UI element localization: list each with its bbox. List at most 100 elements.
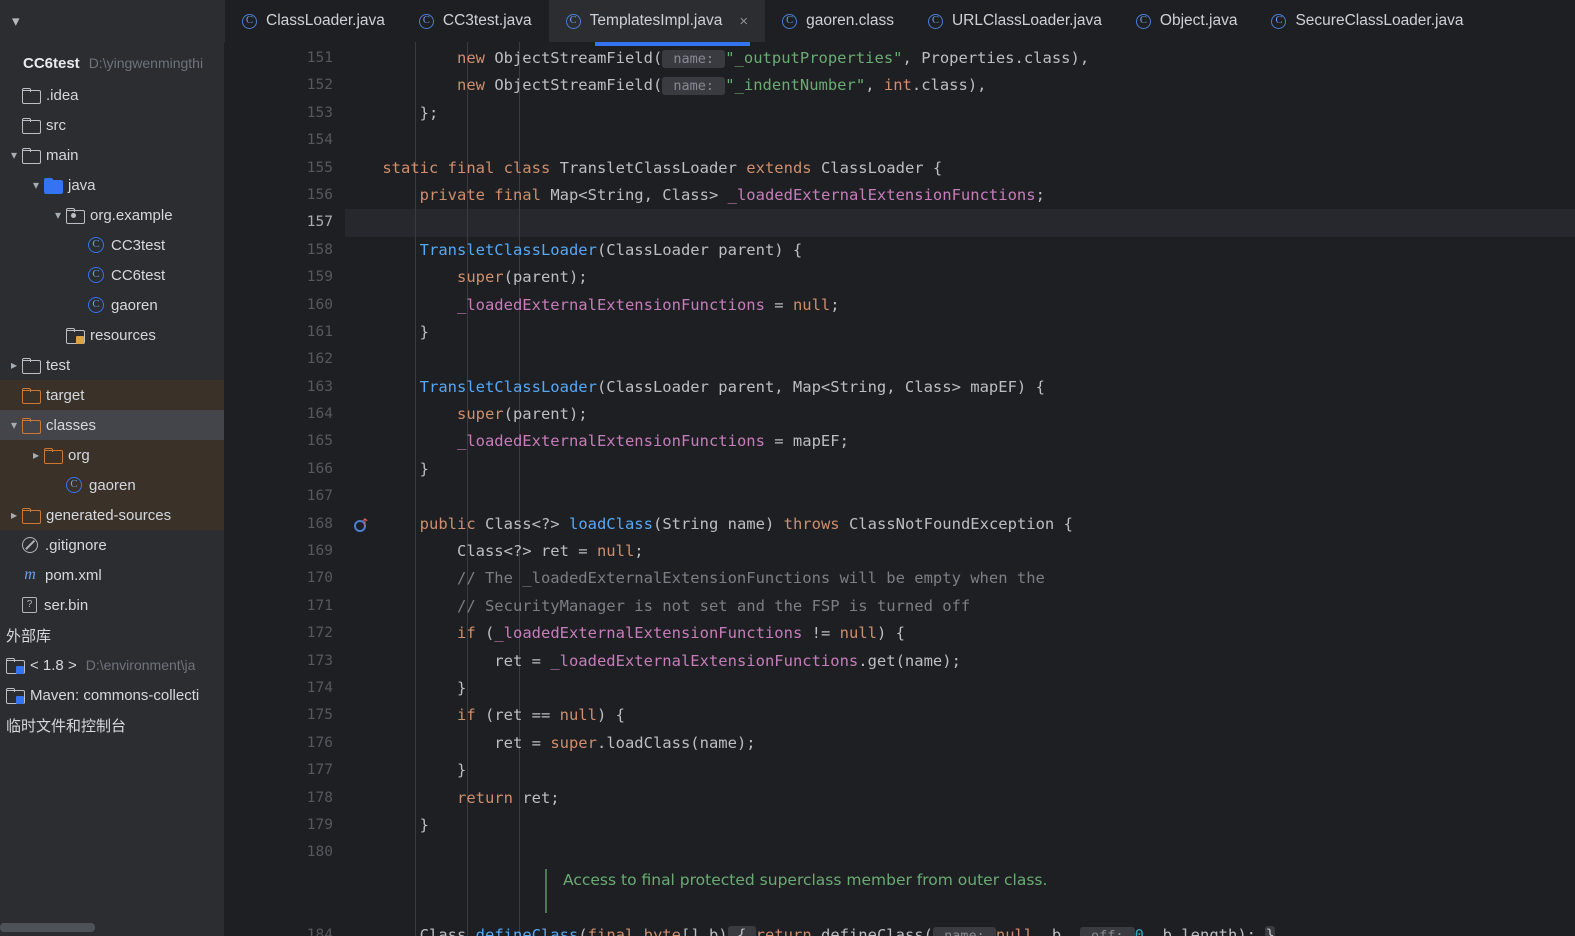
gutter-line-number[interactable]: 163 xyxy=(225,374,345,401)
code-line[interactable]: super(parent); xyxy=(345,264,1575,291)
gutter-line-number[interactable]: 166 xyxy=(225,456,345,483)
gutter-line-number[interactable]: 180 xyxy=(225,839,345,866)
tree-item-gaoren[interactable]: Cgaoren xyxy=(0,290,224,320)
editor-tab[interactable]: Cgaoren.class xyxy=(765,0,911,42)
tree-item-org[interactable]: ▸ org xyxy=(0,440,224,470)
gutter-line-number[interactable]: 164 xyxy=(225,401,345,428)
gutter-line-number[interactable]: 167 xyxy=(225,483,345,510)
gutter-line-number[interactable]: 171 xyxy=(225,593,345,620)
code-line-folded[interactable]: Class defineClass(final byte[] b) { retu… xyxy=(345,922,1575,936)
gutter-line-number[interactable]: 160 xyxy=(225,292,345,319)
code-line[interactable]: new ObjectStreamField( name: "_indentNum… xyxy=(345,72,1575,99)
code-line[interactable]: } xyxy=(345,319,1575,346)
chevron-down-icon[interactable]: ▾ xyxy=(50,209,66,221)
tree-item-test[interactable]: ▸ test xyxy=(0,350,224,380)
chevron-down-icon[interactable]: ▾ xyxy=(6,419,22,431)
code-line[interactable]: ret = super.loadClass(name); xyxy=(345,730,1575,757)
library-item[interactable]: Maven: commons-collecti xyxy=(0,680,224,710)
code-line[interactable] xyxy=(345,483,1575,510)
tree-item-classes[interactable]: ▾ classes xyxy=(0,410,224,440)
editor-tab[interactable]: C URLClassLoader.java xyxy=(911,0,1119,42)
code-line[interactable]: if (ret == null) { xyxy=(345,702,1575,729)
tree-item-org-example[interactable]: ▾ org.example xyxy=(0,200,224,230)
gutter-line-number[interactable]: 155 xyxy=(225,155,345,182)
gutter-line-number[interactable]: 168 ↑ xyxy=(225,511,370,538)
code-line[interactable]: } xyxy=(345,812,1575,839)
code-line[interactable] xyxy=(345,209,1575,237)
scratches-header[interactable]: 临时文件和控制台 xyxy=(0,710,224,740)
editor-tab[interactable]: C CC3test.java xyxy=(402,0,549,42)
chevron-right-icon[interactable]: ▸ xyxy=(6,509,22,521)
chevron-down-icon[interactable]: ▾ xyxy=(28,179,44,191)
editor-tab[interactable]: C TemplatesImpl.java × xyxy=(548,0,766,42)
gutter-line-number[interactable]: 159 xyxy=(225,264,345,291)
code-line[interactable]: if (_loadedExternalExtensionFunctions !=… xyxy=(345,620,1575,647)
chevron-right-icon[interactable]: ❯ xyxy=(325,929,333,936)
tree-item--gitignore[interactable]: .gitignore xyxy=(0,530,224,560)
chevron-down-icon[interactable]: ▾ xyxy=(6,149,22,161)
gutter-line-number[interactable]: 175 xyxy=(225,702,345,729)
editor-hscrollbar[interactable] xyxy=(595,42,750,46)
tree-item-src[interactable]: src xyxy=(0,110,224,140)
gutter-line-number[interactable]: 161 xyxy=(225,319,345,346)
gutter-line-number[interactable]: 169 xyxy=(225,538,345,565)
gutter-line-number[interactable]: 172 xyxy=(225,620,345,647)
code-line[interactable]: TransletClassLoader(ClassLoader parent) … xyxy=(345,237,1575,264)
code-line[interactable]: } xyxy=(345,757,1575,784)
gutter-line-number[interactable]: 170 xyxy=(225,565,345,592)
gutter-line-number[interactable]: 158 xyxy=(225,237,345,264)
editor-text[interactable]: new ObjectStreamField( name: "_outputPro… xyxy=(345,42,1575,936)
code-line[interactable] xyxy=(345,346,1575,373)
gutter-line-number[interactable]: 178 xyxy=(225,785,345,812)
gutter-line-number[interactable]: 154 xyxy=(225,127,345,154)
tree-item-gaoren[interactable]: Cgaoren xyxy=(0,470,224,500)
tree-item-java[interactable]: ▾ java xyxy=(0,170,224,200)
code-line[interactable]: private final Map<String, Class> _loaded… xyxy=(345,182,1575,209)
code-line[interactable]: // SecurityManager is not set and the FS… xyxy=(345,593,1575,620)
gutter-line-number[interactable]: 153 xyxy=(225,100,345,127)
tree-item-cc6test[interactable]: C CC6test xyxy=(0,260,224,290)
editor-tab[interactable]: C ClassLoader.java xyxy=(225,0,402,42)
gutter-line-number[interactable]: 176 xyxy=(225,730,345,757)
project-panel-collapse-button[interactable]: ▾ xyxy=(0,0,225,42)
chevron-right-icon[interactable]: ▸ xyxy=(28,449,44,461)
code-editor[interactable]: 151 152 153 154 155 156 157 158 159 160 161 162 163 1… xyxy=(225,42,1575,936)
gutter-line-number[interactable]: 184@❯ xyxy=(225,922,345,936)
gutter-line-number[interactable]: 152 xyxy=(225,72,345,99)
code-line[interactable]: } xyxy=(345,456,1575,483)
close-icon[interactable]: × xyxy=(739,13,748,30)
code-line[interactable]: new ObjectStreamField( name: "_outputPro… xyxy=(345,45,1575,72)
sidebar-hscrollbar[interactable] xyxy=(0,923,95,932)
tree-item-resources[interactable]: resources xyxy=(0,320,224,350)
folded-region[interactable]: { xyxy=(727,925,756,936)
project-root-row[interactable]: CC6test D:\yingwenmingthi xyxy=(0,46,224,80)
code-line[interactable]: super(parent); xyxy=(345,401,1575,428)
tree-item-cc3test[interactable]: C CC3test xyxy=(0,230,224,260)
code-line[interactable] xyxy=(345,839,1575,866)
folded-region[interactable]: } xyxy=(1265,925,1275,936)
tree-item-ser-bin[interactable]: ? ser.bin xyxy=(0,590,224,620)
gutter-line-number[interactable]: 151 xyxy=(225,45,345,72)
code-line[interactable]: return ret; xyxy=(345,785,1575,812)
chevron-right-icon[interactable]: ▸ xyxy=(6,359,22,371)
gutter-line-number[interactable]: 162 xyxy=(225,346,345,373)
tree-item-target[interactable]: target xyxy=(0,380,224,410)
code-line[interactable]: static final class TransletClassLoader e… xyxy=(345,155,1575,182)
code-line[interactable]: } xyxy=(345,675,1575,702)
tree-item--idea[interactable]: .idea xyxy=(0,80,224,110)
gutter-line-number[interactable]: 157 xyxy=(225,209,345,236)
code-line[interactable]: }; xyxy=(345,100,1575,127)
code-line[interactable]: _loadedExternalExtensionFunctions = null… xyxy=(345,292,1575,319)
gutter-line-number[interactable]: 156 xyxy=(225,182,345,209)
tree-item-pom-xml[interactable]: m pom.xml xyxy=(0,560,224,590)
gutter-line-number[interactable]: 173 xyxy=(225,648,345,675)
annotation-icon[interactable]: @ xyxy=(303,929,312,936)
code-line[interactable]: // The _loadedExternalExtensionFunctions… xyxy=(345,565,1575,592)
gutter-line-number[interactable]: 174 xyxy=(225,675,345,702)
editor-tab[interactable]: C SecureClassLoader.java xyxy=(1254,0,1480,42)
tree-item-main[interactable]: ▾ main xyxy=(0,140,224,170)
gutter-line-number[interactable]: 179 xyxy=(225,812,345,839)
gutter-line-number[interactable]: 165 xyxy=(225,428,345,455)
code-line[interactable]: ret = _loadedExternalExtensionFunctions.… xyxy=(345,648,1575,675)
code-line[interactable]: Class<?> ret = null; xyxy=(345,538,1575,565)
